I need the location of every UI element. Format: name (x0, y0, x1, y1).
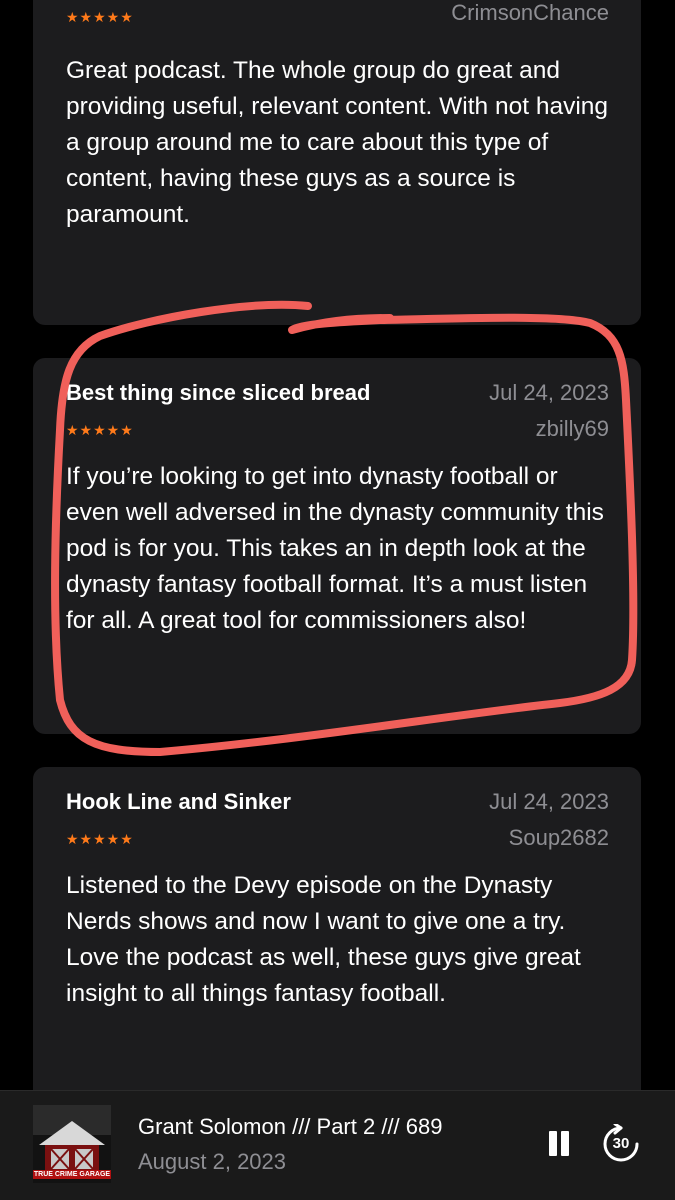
pause-button[interactable] (544, 1129, 574, 1159)
review-card[interactable]: ★★★★★ CrimsonChance Great podcast. The w… (33, 0, 641, 325)
review-body: Listened to the Devy episode on the Dyna… (66, 872, 581, 1007)
review-author: CrimsonChance (451, 0, 609, 25)
review-author: Soup2682 (508, 825, 609, 850)
star-rating: ★★★★★ (66, 422, 134, 438)
pause-icon (549, 1131, 557, 1156)
review-card[interactable]: Best thing since sliced bread Jul 24, 20… (33, 358, 641, 734)
episode-title[interactable]: Grant Solomon /// Part 2 /// 689 (138, 1114, 443, 1140)
review-body: Great podcast. The whole group do great … (66, 57, 609, 228)
skip-forward-30-button[interactable]: 30 (601, 1124, 641, 1164)
skip-label: 30 (612, 1135, 630, 1152)
now-playing-bar[interactable]: TRUE CRIME GARAGE Grant Solomon /// Part… (0, 1090, 675, 1200)
review-card[interactable]: Hook Line and Sinker Jul 24, 2023 ★★★★★ … (33, 767, 641, 1107)
review-author: zbilly69 (535, 416, 609, 441)
star-rating: ★★★★★ (66, 831, 134, 847)
review-date: Jul 24, 2023 (489, 789, 609, 814)
review-body: If you’re looking to get into dynasty fo… (66, 463, 604, 634)
artwork-caption: TRUE CRIME GARAGE (33, 1170, 111, 1179)
podcast-artwork[interactable]: TRUE CRIME GARAGE (33, 1105, 111, 1183)
review-date: Jul 24, 2023 (489, 380, 609, 405)
episode-date: August 2, 2023 (138, 1149, 287, 1174)
review-title: Hook Line and Sinker (66, 789, 291, 814)
pause-icon-bar (561, 1131, 569, 1156)
star-rating: ★★★★★ (66, 9, 134, 25)
review-title: Best thing since sliced bread (66, 380, 371, 405)
